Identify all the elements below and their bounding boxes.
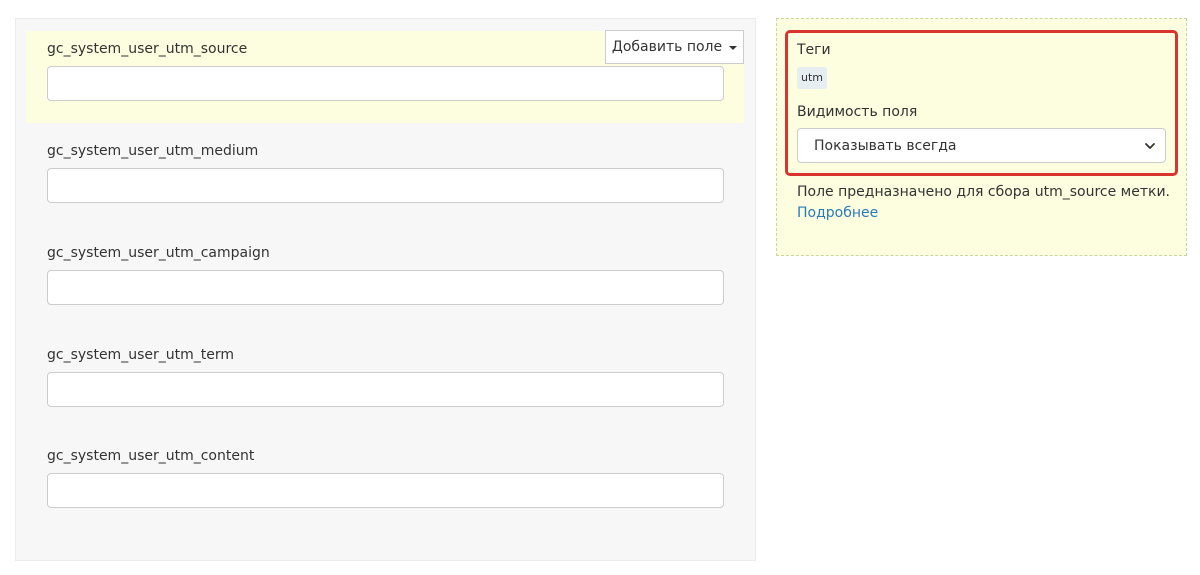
add-field-button[interactable]: Добавить поле (605, 30, 744, 64)
visibility-label: Видимость поля (797, 104, 918, 120)
chevron-down-icon (1145, 143, 1155, 149)
utm-source-input[interactable] (47, 66, 724, 101)
more-link[interactable]: Подробнее (797, 205, 878, 221)
utm-content-input[interactable] (47, 473, 724, 508)
visibility-value: Показывать всегда (814, 137, 957, 154)
tag-badge[interactable]: utm (797, 67, 827, 89)
custom-fields-panel: gc_system_user_utm_source gc_system_user… (15, 18, 756, 561)
utm-campaign-input[interactable] (47, 270, 724, 305)
utm-medium-input[interactable] (47, 168, 724, 203)
field-block-utm-term: gc_system_user_utm_term (26, 337, 744, 429)
tags-label: Теги (797, 42, 831, 58)
utm-term-input[interactable] (47, 372, 724, 407)
field-block-utm-content: gc_system_user_utm_content (26, 438, 744, 530)
caret-down-icon (729, 45, 738, 50)
field-label: gc_system_user_utm_content (47, 448, 255, 464)
field-label: gc_system_user_utm_medium (47, 143, 259, 159)
field-block-utm-campaign: gc_system_user_utm_campaign (26, 235, 744, 327)
field-label: gc_system_user_utm_campaign (47, 245, 270, 261)
field-label: gc_system_user_utm_term (47, 347, 234, 363)
field-block-utm-medium: gc_system_user_utm_medium (26, 133, 744, 225)
add-field-label: Добавить поле (611, 39, 723, 55)
field-description: Поле предназначено для сбора utm_source … (797, 184, 1170, 200)
field-label: gc_system_user_utm_source (47, 41, 248, 57)
visibility-select[interactable]: Показывать всегда (797, 128, 1166, 163)
